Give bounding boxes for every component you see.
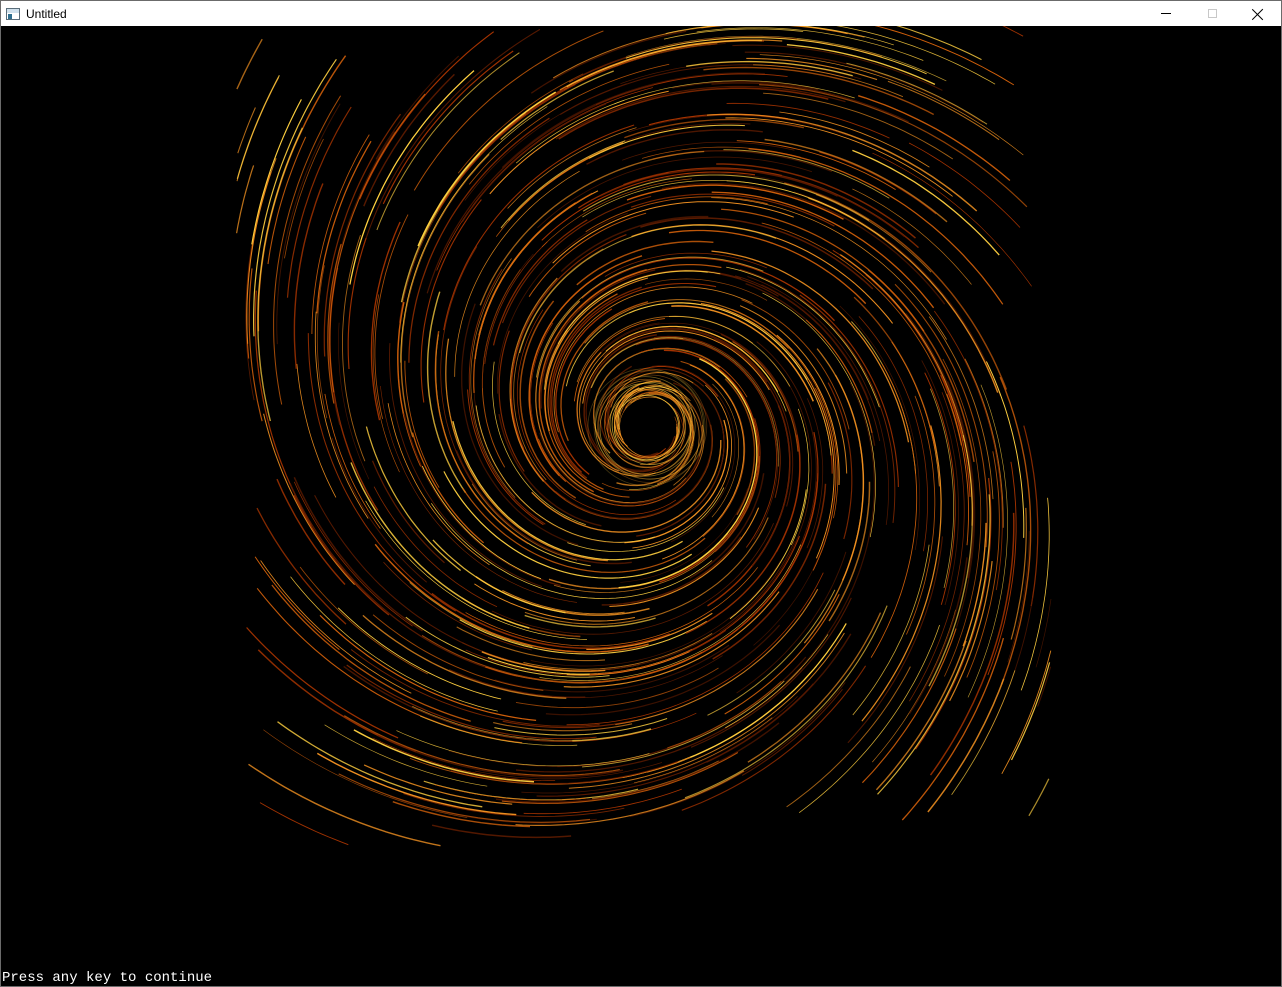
- streamline: [445, 338, 608, 562]
- streamline: [492, 219, 588, 346]
- streamline: [852, 149, 1000, 256]
- streamline: [924, 372, 956, 605]
- streamline: [257, 649, 417, 753]
- streamline: [478, 202, 577, 336]
- app-window: Untitled Press any key to continue: [0, 0, 1282, 987]
- streamline: [682, 338, 779, 540]
- streamline: [329, 93, 426, 393]
- streamline: [665, 26, 894, 46]
- streamline: [431, 824, 572, 839]
- streamline: [319, 614, 537, 721]
- minimize-icon: [1161, 13, 1171, 14]
- streamline: [815, 194, 932, 273]
- streamline: [347, 237, 367, 370]
- streamline: [908, 557, 968, 715]
- streamline: [696, 27, 924, 61]
- streamline: [1001, 650, 1052, 775]
- streamline: [541, 171, 756, 241]
- streamline: [236, 38, 263, 90]
- vortex-eye: [620, 398, 676, 454]
- streamline: [711, 197, 947, 340]
- streamline: [389, 343, 543, 588]
- streamline: [263, 729, 468, 818]
- streamline: [501, 72, 765, 169]
- streamline: [875, 640, 967, 791]
- streamline: [290, 576, 498, 712]
- title-bar[interactable]: Untitled: [1, 1, 1281, 26]
- streamline: [331, 437, 428, 583]
- streamline: [798, 624, 940, 813]
- close-icon: [1252, 8, 1264, 20]
- streamline: [237, 107, 256, 154]
- streamline: [909, 392, 965, 702]
- streamline: [383, 561, 532, 651]
- streamline: [761, 222, 962, 446]
- streamline: [246, 627, 399, 739]
- streamline: [629, 682, 846, 817]
- window-title: Untitled: [26, 6, 67, 21]
- vortex-streamline-plot: [235, 26, 1052, 847]
- streamline: [482, 253, 534, 389]
- streamline: [316, 140, 372, 314]
- streamline: [1037, 666, 1052, 707]
- streamline: [808, 197, 999, 393]
- streamline: [259, 802, 349, 846]
- streamline: [623, 167, 782, 186]
- streamline: [668, 168, 905, 238]
- streamline: [363, 73, 455, 207]
- close-button[interactable]: [1235, 1, 1281, 26]
- streamline: [293, 476, 423, 632]
- streamline: [411, 432, 485, 544]
- console-prompt: Press any key to continue: [2, 970, 213, 986]
- streamline: [951, 670, 1016, 795]
- streamline: [235, 165, 255, 234]
- streamline: [896, 26, 982, 61]
- streamline: [314, 311, 369, 519]
- streamline: [373, 486, 498, 608]
- streamline: [324, 724, 488, 787]
- streamline: [857, 95, 1011, 182]
- render-canvas[interactable]: Press any key to continue: [1, 26, 1281, 986]
- streamline: [372, 614, 544, 691]
- streamline: [530, 30, 687, 94]
- streamline: [421, 465, 542, 580]
- streamline: [436, 87, 653, 271]
- streamline: [805, 319, 873, 434]
- streamline: [563, 591, 780, 688]
- streamline-group: [235, 26, 1052, 847]
- streamline: [568, 632, 845, 789]
- streamline: [634, 717, 773, 784]
- streamline: [430, 503, 713, 599]
- streamline: [461, 597, 581, 638]
- streamline: [338, 322, 370, 480]
- streamline: [927, 678, 1005, 813]
- streamline: [362, 614, 567, 699]
- streamline: [828, 481, 871, 622]
- maximize-icon: [1207, 9, 1217, 18]
- streamline: [793, 191, 1001, 397]
- maximize-button[interactable]: [1189, 1, 1235, 26]
- streamline: [296, 363, 337, 498]
- streamline: [779, 111, 930, 168]
- streamline: [564, 43, 718, 91]
- streamline: [359, 31, 495, 200]
- streamline: [251, 99, 302, 245]
- app-window-icon: [6, 7, 20, 20]
- streamline: [1028, 778, 1050, 817]
- streamline: [842, 443, 864, 581]
- streamline: [432, 539, 566, 614]
- streamline: [1010, 662, 1051, 761]
- streamline: [852, 544, 930, 716]
- streamline: [462, 487, 706, 573]
- streamline: [293, 494, 390, 616]
- streamline: [528, 273, 603, 483]
- minimize-button[interactable]: [1143, 1, 1189, 26]
- streamline: [1002, 26, 1024, 37]
- streamline: [626, 35, 947, 82]
